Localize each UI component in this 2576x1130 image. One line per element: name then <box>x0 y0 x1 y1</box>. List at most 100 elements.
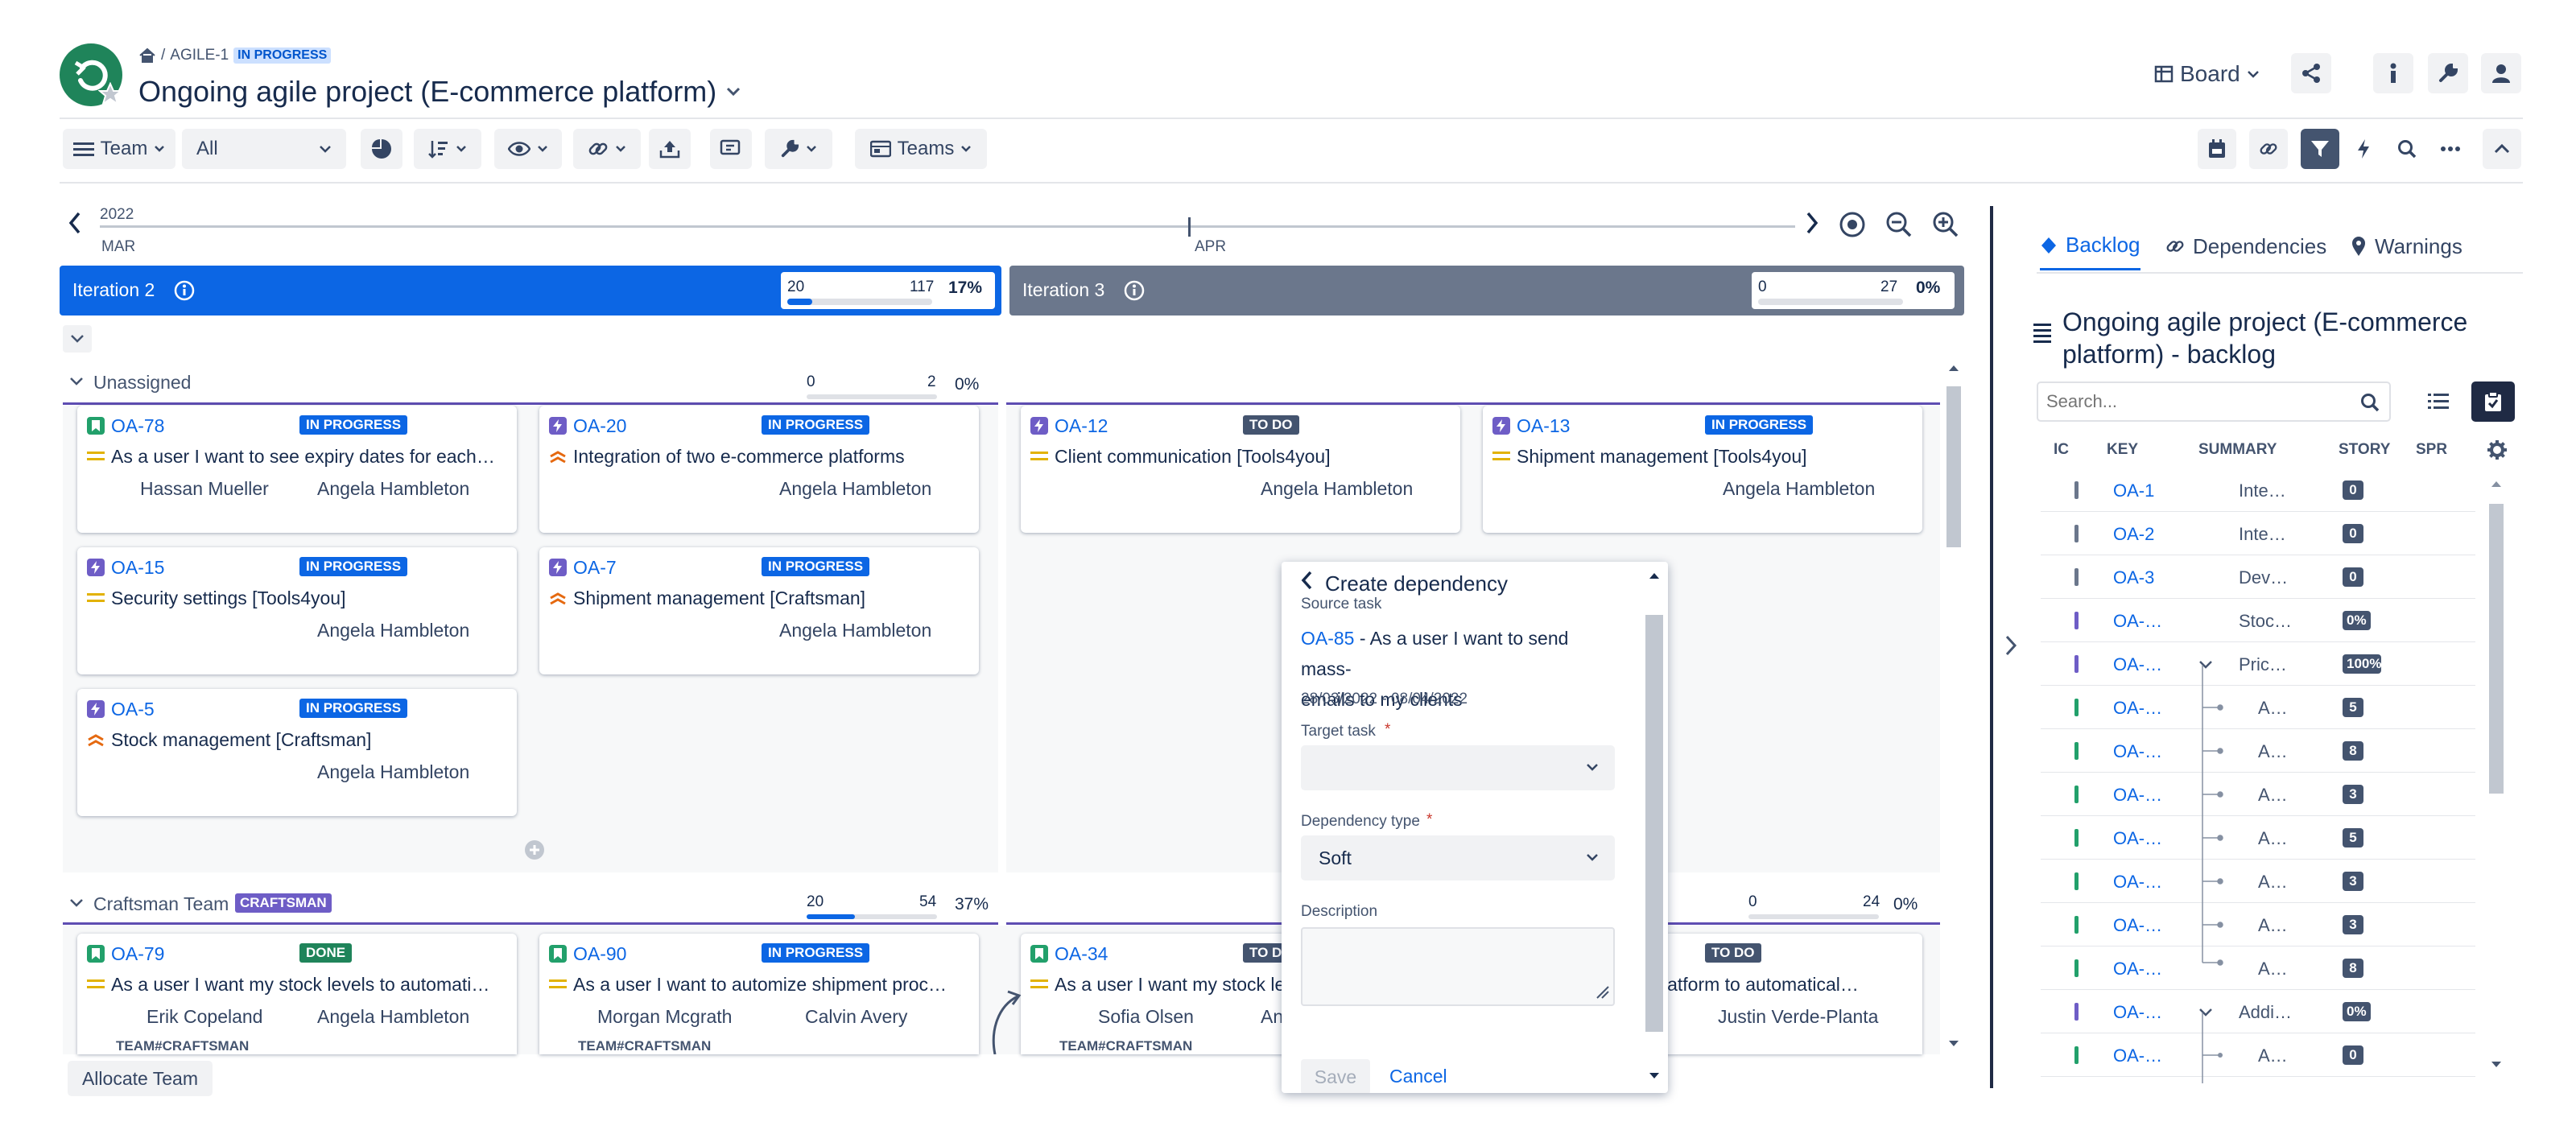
tab-backlog[interactable]: Backlog <box>2040 222 2140 270</box>
backlog-row[interactable]: OA-… A… 8 <box>2041 729 2475 773</box>
card-key[interactable]: OA-7 <box>573 557 617 579</box>
gear-icon[interactable] <box>2487 439 2508 460</box>
card-key[interactable]: OA-90 <box>573 943 626 965</box>
iteration-2-header[interactable]: Iteration 2 20 117 17% <box>60 266 1001 315</box>
timeline-next-icon[interactable] <box>1805 211 1819 235</box>
scroll-up-icon[interactable] <box>1948 364 1959 372</box>
page-title[interactable]: Ongoing agile project (E-commerce platfo… <box>138 74 741 109</box>
row-key[interactable]: OA-… <box>2113 872 2162 893</box>
backlog-row[interactable]: OA-3 Dev… 0 <box>2041 555 2475 599</box>
card-key[interactable]: OA-15 <box>111 557 164 579</box>
tab-dependencies[interactable]: Dependencies <box>2165 222 2326 270</box>
collapse-button[interactable] <box>2483 129 2521 169</box>
row-key[interactable]: OA-… <box>2113 611 2162 632</box>
row-key[interactable]: OA-3 <box>2113 567 2154 588</box>
backlog-row[interactable]: OA-… A… 5 <box>2041 816 2475 860</box>
backlog-row[interactable]: OA-1 Inte… 0 <box>2041 468 2475 512</box>
card-key[interactable]: OA-12 <box>1055 415 1108 437</box>
col-key[interactable]: KEY <box>2107 441 2138 459</box>
col-sprint[interactable]: SPR <box>2416 441 2447 459</box>
col-ic[interactable]: IC <box>2054 441 2069 459</box>
row-key[interactable]: OA-… <box>2113 1045 2162 1066</box>
card-oa-90[interactable]: OA-90 IN PROGRESS As a user I want to au… <box>539 934 979 1054</box>
board-scrollbar-thumb[interactable] <box>1946 386 1961 547</box>
iteration-3-header[interactable]: Iteration 3 0 27 0% <box>1009 266 1964 315</box>
focus-today-icon[interactable] <box>1839 211 1866 238</box>
row-key[interactable]: OA-… <box>2113 915 2162 936</box>
dependency-link-button[interactable] <box>2249 129 2288 169</box>
zoom-in-icon[interactable] <box>1932 211 1959 238</box>
backlog-row[interactable]: OA-2 Inte… 0 <box>2041 512 2475 555</box>
backlog-row[interactable]: OA-… Pric… 100% <box>2041 642 2475 686</box>
calendar-button[interactable] <box>2198 129 2236 169</box>
backlog-row[interactable]: OA-… A… 0 <box>2041 1033 2475 1077</box>
chevron-down-icon[interactable] <box>69 898 84 908</box>
source-task-key[interactable]: OA-85 <box>1301 628 1354 649</box>
backlog-row[interactable]: OA-… Stoc… 0% <box>2041 599 2475 642</box>
backlog-search[interactable] <box>2037 381 2391 422</box>
star-icon[interactable] <box>98 82 122 106</box>
list-view-button[interactable] <box>2418 381 2458 422</box>
home-icon[interactable] <box>138 47 156 64</box>
collapse-all-button[interactable] <box>63 325 92 353</box>
board-view-button[interactable] <box>2471 381 2515 422</box>
card-key[interactable]: OA-20 <box>573 415 626 437</box>
allocate-team-button[interactable]: Allocate Team <box>68 1061 213 1096</box>
backlog-row[interactable]: OA-… A… 3 <box>2041 773 2475 816</box>
description-textarea[interactable] <box>1301 927 1615 1006</box>
links-button[interactable] <box>573 129 641 169</box>
board-scrollbar[interactable] <box>1943 354 1964 1059</box>
scroll-up-icon[interactable] <box>2491 480 2502 488</box>
share-button[interactable] <box>2291 53 2331 93</box>
card-oa-20[interactable]: OA-20 IN PROGRESS Integration of two e-c… <box>539 406 979 533</box>
card-key[interactable]: OA-5 <box>111 699 155 720</box>
filter-button[interactable] <box>2301 129 2339 169</box>
row-key[interactable]: OA-… <box>2113 741 2162 762</box>
backlog-row[interactable]: OA-… Addi… 0% <box>2041 990 2475 1033</box>
backlog-row[interactable]: OA-… A… 3 <box>2041 903 2475 946</box>
tools-button[interactable] <box>765 129 832 169</box>
card-key[interactable]: OA-34 <box>1055 943 1108 965</box>
card-oa-79[interactable]: OA-79 DONE As a user I want my stock lev… <box>77 934 517 1054</box>
search-button[interactable] <box>2388 129 2426 169</box>
backlog-row[interactable]: OA-… A… 3 <box>2041 860 2475 903</box>
card-oa-5[interactable]: OA-5 IN PROGRESS Stock management [Craft… <box>77 689 517 816</box>
back-icon[interactable] <box>1301 570 1314 591</box>
cancel-button[interactable]: Cancel <box>1389 1066 1447 1087</box>
scroll-up-icon[interactable] <box>1649 571 1660 579</box>
row-key[interactable]: OA-1 <box>2113 480 2154 501</box>
team-view-button[interactable]: Team <box>63 129 175 169</box>
search-icon[interactable] <box>2360 393 2380 412</box>
quick-actions-button[interactable] <box>2344 129 2383 169</box>
row-key[interactable]: OA-… <box>2113 828 2162 849</box>
resize-handle-icon[interactable] <box>1596 985 1610 1000</box>
row-key[interactable]: OA-… <box>2113 1002 2162 1023</box>
dependency-type-select[interactable]: Soft <box>1301 835 1615 880</box>
backlog-row[interactable]: OA-… A… 8 <box>2041 946 2475 990</box>
backlog-row[interactable]: OA-… A… 5 <box>2041 686 2475 729</box>
add-card-button[interactable] <box>525 840 544 860</box>
card-oa-7[interactable]: OA-7 IN PROGRESS Shipment management [Cr… <box>539 547 979 674</box>
breadcrumb-key[interactable]: AGILE-1 <box>170 47 229 64</box>
card-key[interactable]: OA-13 <box>1517 415 1570 437</box>
board-view-switch[interactable]: Board <box>2154 58 2260 90</box>
teams-button[interactable]: Teams <box>855 129 987 169</box>
backlog-search-input[interactable] <box>2046 390 2344 414</box>
card-partial[interactable]: TO DO e platform to automatical… Justin … <box>1634 934 1922 1054</box>
backlog-scrollbar[interactable] <box>2484 472 2508 1078</box>
scroll-down-icon[interactable] <box>2491 1061 2502 1069</box>
scroll-down-icon[interactable] <box>1649 1072 1660 1080</box>
card-key[interactable]: OA-79 <box>111 943 164 965</box>
more-button[interactable] <box>2431 129 2470 169</box>
view-options-button[interactable] <box>494 129 562 169</box>
swap-button[interactable] <box>710 129 752 169</box>
row-key[interactable]: OA-… <box>2113 785 2162 806</box>
chart-button[interactable] <box>361 129 402 169</box>
dialog-scrollbar[interactable] <box>1641 562 1668 1093</box>
card-oa-15[interactable]: OA-15 IN PROGRESS Security settings [Too… <box>77 547 517 674</box>
col-summary[interactable]: SUMMARY <box>2198 441 2277 459</box>
filter-select[interactable]: All <box>182 129 346 169</box>
zoom-out-icon[interactable] <box>1885 211 1913 238</box>
chevron-down-icon[interactable] <box>69 377 84 386</box>
col-story[interactable]: STORY <box>2339 441 2390 459</box>
